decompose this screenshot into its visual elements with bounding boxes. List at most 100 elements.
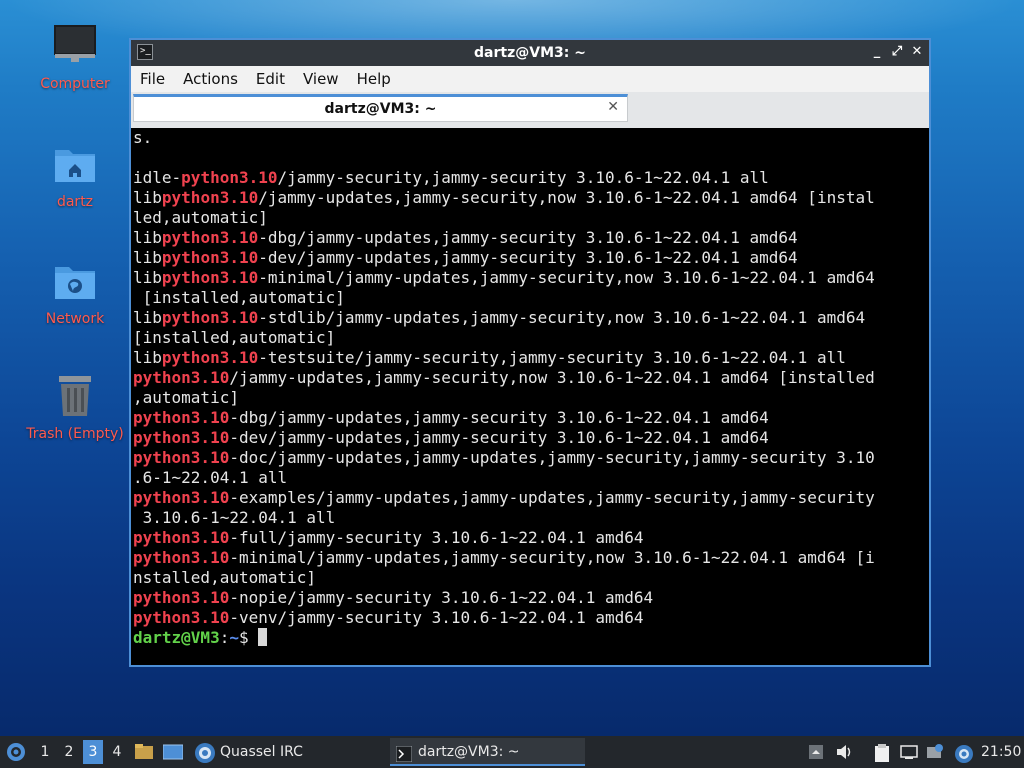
tab-bar: dartz@VM3: ~ ✕ [131, 92, 929, 128]
terminal-text: 3.10.6-1~22.04.1 all [133, 508, 336, 527]
volume-icon[interactable] [836, 744, 852, 760]
prompt-user: dartz@VM3 [133, 628, 220, 647]
desktop-icon-label: Trash (Empty) [26, 426, 124, 442]
taskbar-task-terminal[interactable]: dartz@VM3: ~ [390, 738, 585, 766]
terminal-text: -testsuite/jammy-security,jammy-security… [258, 348, 846, 367]
terminal-line: python3.10-minimal/jammy-updates,jammy-s… [133, 548, 929, 568]
home-folder-icon [51, 140, 99, 188]
desktop-icon-network[interactable]: Network [15, 257, 135, 327]
terminal-line: libpython3.10-dev/jammy-updates,jammy-se… [133, 248, 929, 268]
menu-view[interactable]: View [294, 66, 348, 92]
desktop-icon-trash[interactable]: Trash (Empty) [15, 372, 135, 442]
terminal-text: /jammy-security,jammy-security 3.10.6-1~… [277, 168, 769, 187]
taskbar-task-quassel[interactable]: Quassel IRC [192, 738, 410, 766]
workspace-3[interactable]: 3 [83, 740, 103, 764]
tab-label: dartz@VM3: ~ [324, 101, 437, 117]
terminal-output[interactable]: s. idle-python3.10/jammy-security,jammy-s… [131, 128, 929, 665]
close-button[interactable]: ✕ [909, 44, 925, 60]
terminal-match-text: python3.10 [133, 448, 230, 467]
tab-terminal[interactable]: dartz@VM3: ~ ✕ [133, 94, 628, 122]
taskbar-task-label: dartz@VM3: ~ [418, 744, 520, 760]
quassel-tray-icon[interactable] [954, 744, 973, 763]
network-tray-icon[interactable] [900, 744, 918, 760]
terminal-line: led,automatic] [133, 208, 929, 228]
terminal-window[interactable]: >_ dartz@VM3: ~ _ ⤢ ✕ File Actions Edit Vie… [129, 38, 931, 667]
scroll-up-icon[interactable] [808, 744, 824, 760]
window-title: dartz@VM3: ~ [474, 45, 586, 61]
terminal-line: libpython3.10-minimal/jammy-updates,jamm… [133, 268, 929, 288]
terminal-text: -doc/jammy-updates,jammy-updates,jammy-s… [229, 448, 875, 467]
tab-close-icon[interactable]: ✕ [607, 99, 619, 115]
menu-actions[interactable]: Actions [174, 66, 247, 92]
clock[interactable]: 21:50 [981, 736, 1021, 768]
terminal-match-text: python3.10 [133, 428, 230, 447]
prompt-symbol: $ [238, 628, 259, 647]
menu-help[interactable]: Help [348, 66, 400, 92]
terminal-text: s. [133, 128, 153, 147]
update-notifier-icon[interactable] [926, 744, 943, 760]
terminal-match-text: python3.10 [133, 588, 230, 607]
monitor-icon [51, 22, 99, 70]
workspace-2[interactable]: 2 [59, 736, 79, 768]
desktop: Computer dartz Network Trash (Empty) >_ … [0, 0, 1024, 736]
workspace-1[interactable]: 1 [35, 736, 55, 768]
window-titlebar[interactable]: >_ dartz@VM3: ~ _ ⤢ ✕ [131, 40, 929, 66]
terminal-text: lib [133, 188, 162, 207]
terminal-line: ,automatic] [133, 388, 929, 408]
menu-bar: File Actions Edit View Help [131, 66, 929, 92]
terminal-line: python3.10-doc/jammy-updates,jammy-updat… [133, 448, 929, 468]
terminal-match-text: python3.10 [161, 228, 259, 247]
terminal-match-text: python3.10 [133, 488, 230, 507]
terminal-text: -nopie/jammy-security 3.10.6-1~22.04.1 a… [229, 588, 654, 607]
terminal-text: led,automatic] [133, 208, 268, 227]
terminal-line: libpython3.10-stdlib/jammy-updates,jammy… [133, 308, 929, 328]
minimize-button[interactable]: _ [869, 44, 885, 60]
terminal-match-text: python3.10 [133, 548, 230, 567]
terminal-text: idle- [133, 168, 182, 187]
menu-file[interactable]: File [131, 66, 174, 92]
workspace-4[interactable]: 4 [107, 736, 127, 768]
terminal-text: -venv/jammy-security 3.10.6-1~22.04.1 am… [229, 608, 644, 627]
lubuntu-start-icon[interactable] [4, 736, 28, 768]
terminal-text: -minimal/jammy-updates,jammy-security,no… [229, 548, 875, 567]
terminal-text: /jammy-updates,jammy-security,now 3.10.6… [229, 368, 875, 387]
terminal-line: libpython3.10/jammy-updates,jammy-securi… [133, 188, 929, 208]
terminal-line: 3.10.6-1~22.04.1 all [133, 508, 929, 528]
desktop-icon-label: Network [45, 311, 105, 327]
terminal-match-text: python3.10 [133, 608, 230, 627]
terminal-match-text: python3.10 [161, 188, 259, 207]
terminal-line: idle-python3.10/jammy-security,jammy-sec… [133, 168, 929, 188]
terminal-text: lib [133, 348, 162, 367]
clipboard-icon[interactable] [874, 744, 890, 762]
show-desktop-icon[interactable] [162, 744, 184, 760]
file-manager-icon[interactable] [135, 744, 153, 760]
prompt-path: ~ [229, 628, 239, 647]
terminal-text: nstalled,automatic] [133, 568, 317, 587]
terminal-text: -stdlib/jammy-updates,jammy-security,now… [258, 308, 866, 327]
terminal-line: python3.10-nopie/jammy-security 3.10.6-1… [133, 588, 929, 608]
desktop-icon-label: Computer [40, 76, 110, 92]
terminal-match-text: python3.10 [161, 248, 259, 267]
desktop-icon-home[interactable]: dartz [15, 140, 135, 210]
terminal-text: .6-1~22.04.1 all [133, 468, 288, 487]
terminal-line: python3.10-full/jammy-security 3.10.6-1~… [133, 528, 929, 548]
quassel-icon [194, 742, 216, 774]
terminal-text: -dev/jammy-updates,jammy-security 3.10.6… [229, 428, 769, 447]
terminal-match-text: python3.10 [133, 408, 230, 427]
desktop-icon-computer[interactable]: Computer [15, 22, 135, 92]
terminal-text: lib [133, 268, 162, 287]
terminal-line: libpython3.10-testsuite/jammy-security,j… [133, 348, 929, 368]
terminal-line: python3.10-dbg/jammy-updates,jammy-secur… [133, 408, 929, 428]
terminal-prompt-line[interactable]: dartz@VM3:~$ [133, 628, 929, 648]
terminal-match-text: python3.10 [133, 368, 230, 387]
maximize-button[interactable]: ⤢ [889, 44, 905, 60]
terminal-line: [installed,automatic] [133, 288, 929, 308]
terminal-cursor [258, 628, 268, 646]
menu-edit[interactable]: Edit [247, 66, 294, 92]
trash-icon [51, 372, 99, 420]
prompt-separator: : [219, 628, 230, 647]
terminal-text: -dbg/jammy-updates,jammy-security 3.10.6… [258, 228, 798, 247]
terminal-text: -minimal/jammy-updates,jammy-security,no… [258, 268, 875, 287]
terminal-text: [installed,automatic] [133, 288, 345, 307]
